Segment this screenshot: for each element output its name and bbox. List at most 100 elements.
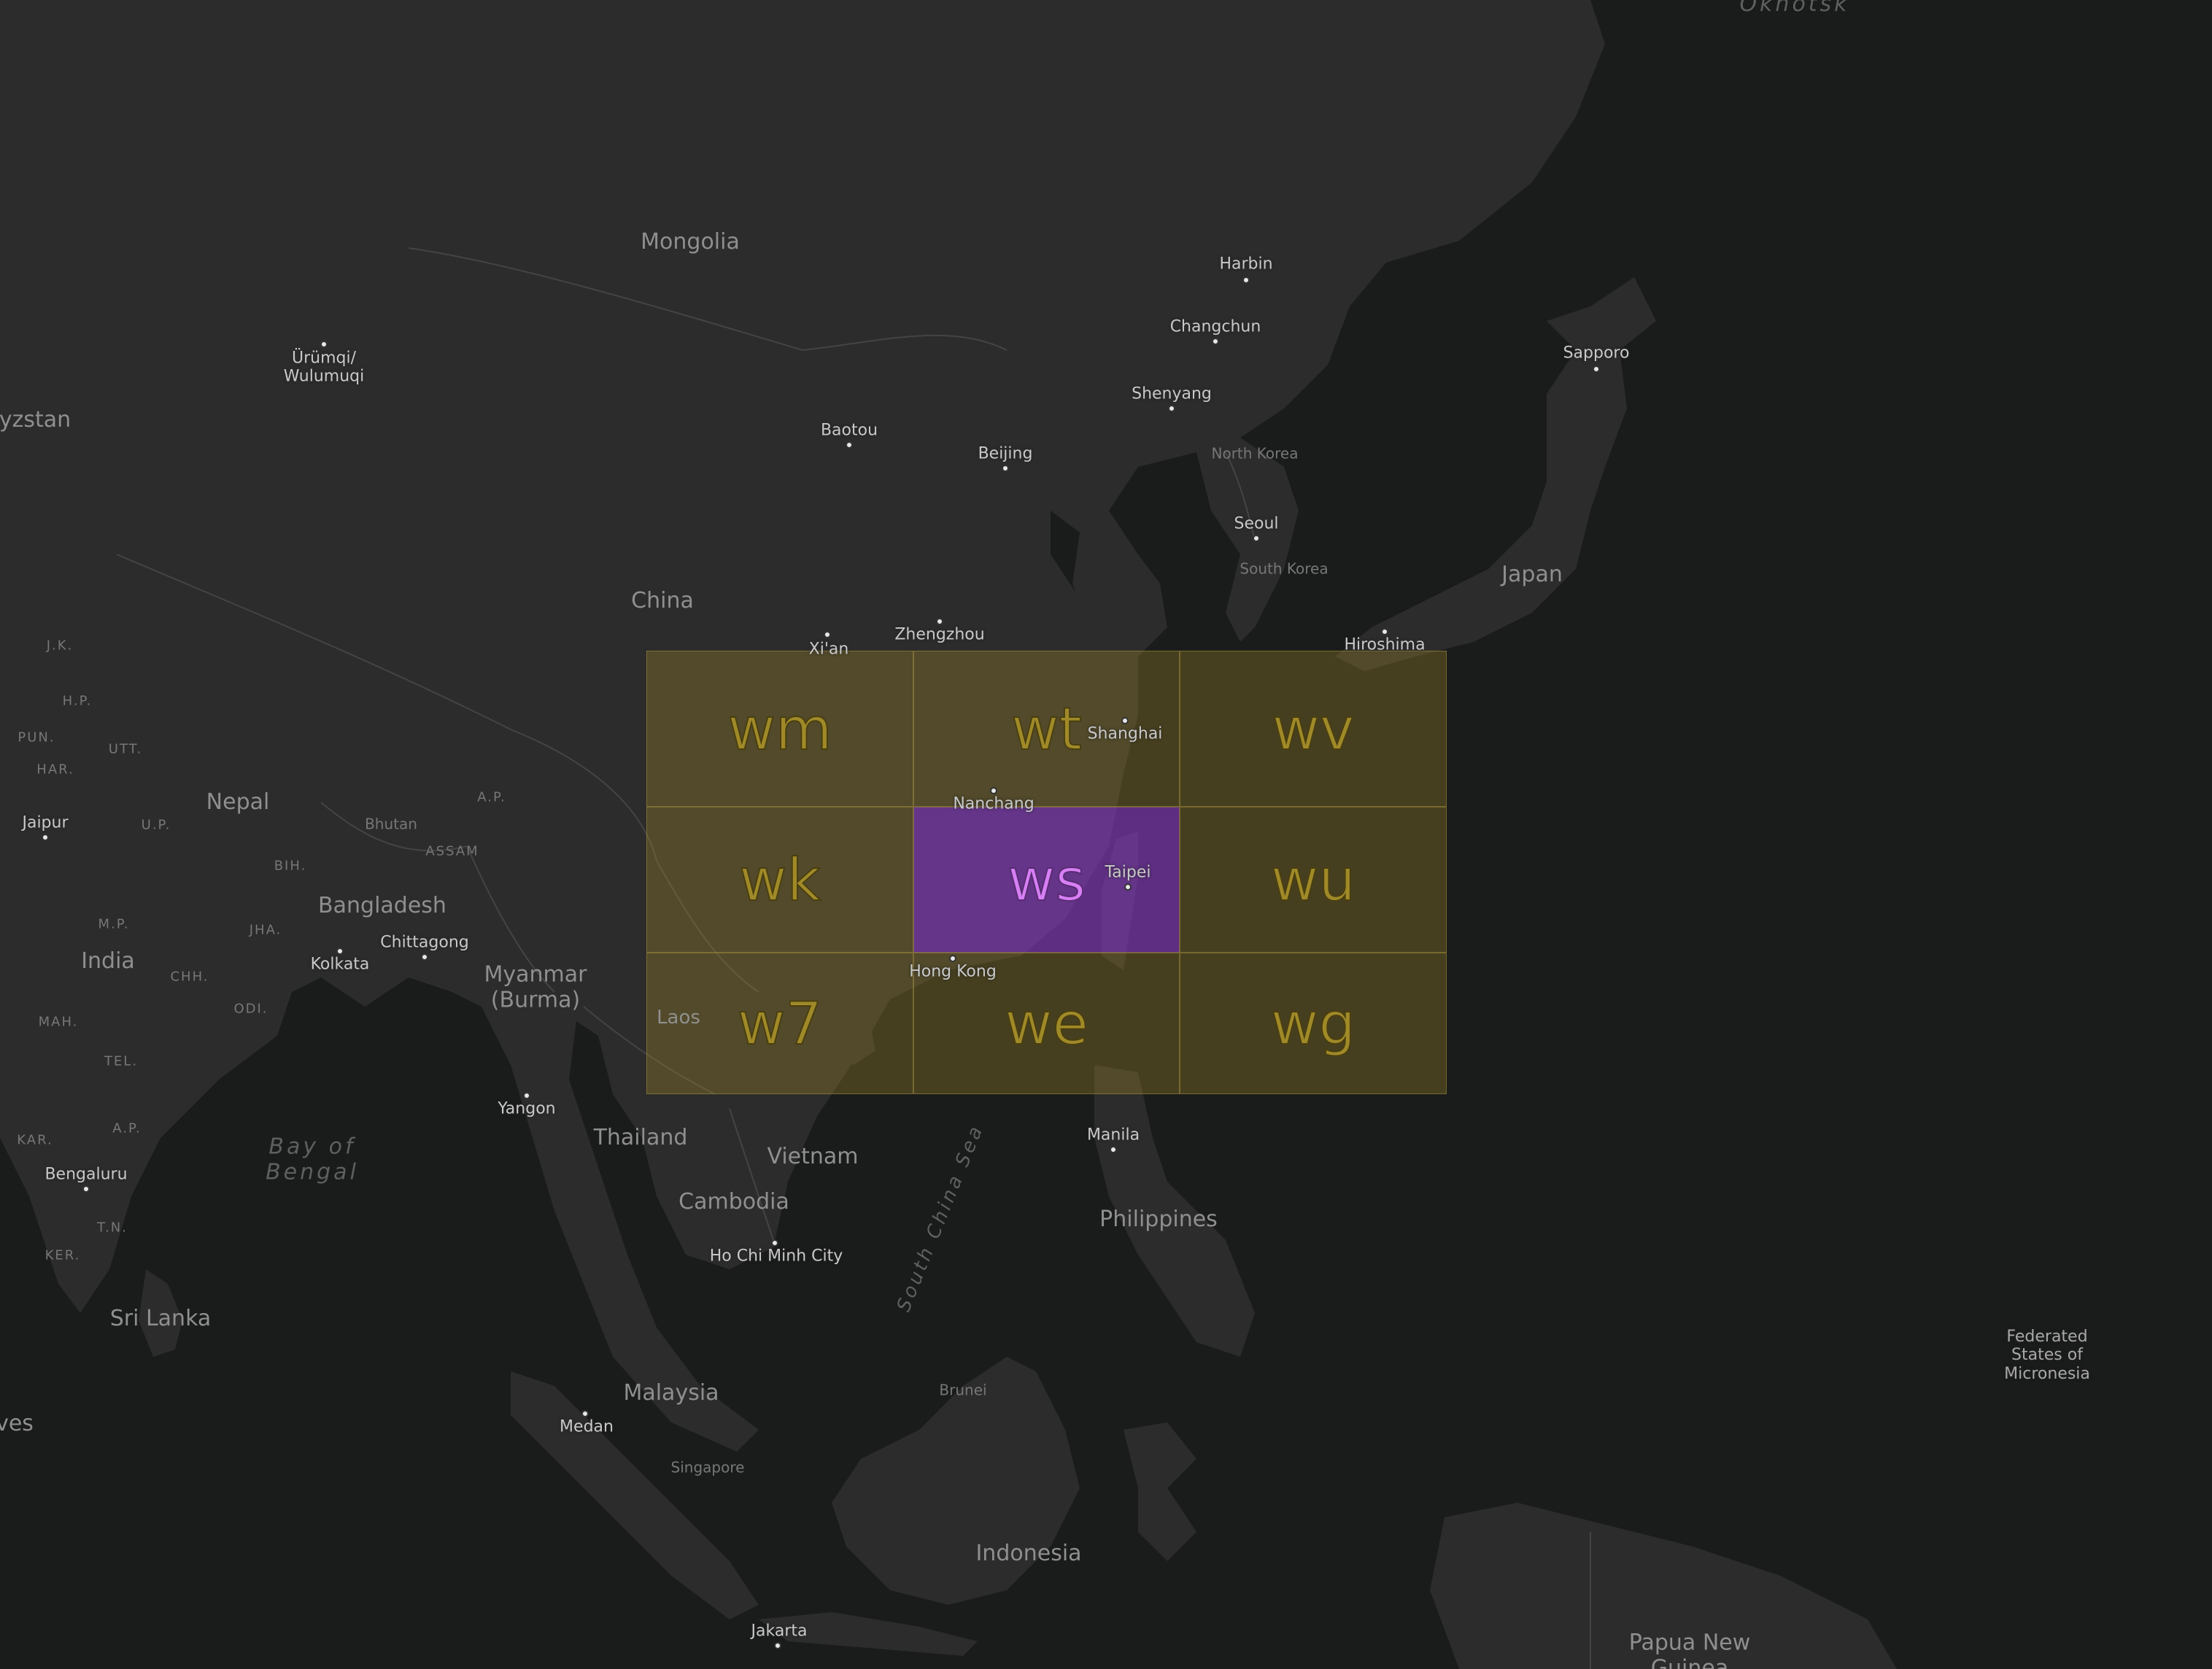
region-label-tn: T.N. [97,1220,128,1236]
city-label-kolkata: Kolkata [310,955,370,974]
region-label-hp: H.P. [62,693,93,709]
country-label-indonesia: Indonesia [975,1540,1082,1566]
city-dot-jaipur [42,834,49,841]
city-dot-manila [1110,1146,1117,1153]
city-label-zhengzhou: Zhengzhou [894,625,985,644]
geohash-cell-label: w7 [737,989,823,1058]
city-dot-jakarta [774,1642,781,1649]
city-dot-nanchang [990,787,997,794]
country-label-papua-new-guinea: Papua New Guinea [1628,1630,1751,1669]
city-label-jakarta: Jakarta [751,1622,808,1641]
city-dot-urumqi [320,341,328,348]
region-label-assam: ASSAM [425,843,479,859]
region-label-tel: TEL. [104,1053,139,1069]
land-sulawesi [1124,1422,1196,1561]
city-label-jaipur: Jaipur [22,813,69,832]
country-label-india: India [81,948,135,974]
region-label-chh: CHH. [170,969,209,985]
city-dot-yangon [523,1092,530,1099]
country-label-thailand: Thailand [593,1124,688,1150]
geohash-cell-wg[interactable]: wg [1180,953,1447,1094]
country-label-north-korea: North Korea [1211,444,1299,462]
geohash-cell-label: wu [1270,845,1356,915]
city-label-hong-kong: Hong Kong [909,962,997,981]
geohash-cell-wv[interactable]: wv [1180,651,1447,807]
region-label-jk: J.K. [46,638,74,654]
geohash-cell-label: wt [1010,694,1083,764]
city-label-medan: Medan [560,1417,614,1436]
city-label-hiroshima: Hiroshima [1344,635,1426,654]
city-dot-beijing [1002,465,1009,472]
region-label-mp: M.P. [98,916,130,932]
region-label-har: HAR. [36,762,74,778]
country-label-vietnam: Vietnam [767,1143,859,1169]
country-label-china: China [631,587,694,613]
city-dot-seoul [1253,535,1260,542]
country-label-maldives: ves [0,1410,34,1436]
city-dot-chittagong [421,953,428,961]
city-label-manila: Manila [1086,1126,1140,1145]
geohash-cell-label: wm [727,694,832,764]
region-label-kar: KAR. [17,1132,53,1148]
country-label-bhutan: Bhutan [365,815,417,833]
city-dot-changchun [1212,338,1219,345]
region-label-pun: PUN. [18,729,55,746]
country-label-south-korea: South Korea [1240,559,1329,578]
city-dot-shenyang [1168,405,1175,412]
region-label-jha: JHA. [249,922,282,938]
city-dot-harbin [1242,276,1250,284]
country-label-malaysia: Malaysia [623,1379,719,1406]
region-label-odi: ODI. [233,1001,268,1017]
land-korea [1196,438,1299,642]
city-label-baotou: Baotou [820,421,878,440]
region-label-utt: UTT. [108,741,143,757]
city-label-yangon: Yangon [498,1099,556,1118]
geohash-cell-wu[interactable]: wu [1180,807,1447,953]
geohash-cell-label: ws [1007,845,1086,915]
region-label-ker: KER. [45,1247,81,1263]
city-label-changchun: Changchun [1169,317,1261,336]
city-dot-hong-kong [949,955,956,962]
geohash-cell-wk[interactable]: wk [646,807,913,953]
city-label-shenyang: Shenyang [1132,384,1212,403]
city-label-xian: Xi'an [808,640,849,659]
city-label-shanghai: Shanghai [1087,724,1163,743]
city-dot-taipei [1124,883,1132,891]
region-label-ap-south: A.P. [112,1120,142,1136]
city-label-bengaluru: Bengaluru [45,1165,128,1184]
water-label-bay-of-bengal: Bay of Bengal [266,1134,359,1185]
geohash-cell-label: wg [1270,989,1356,1058]
region-label-mah: MAH. [38,1014,79,1030]
city-label-ho-chi-minh-city: Ho Chi Minh City [709,1247,843,1266]
geohash-cell-label: wv [1272,694,1356,764]
country-label-japan: Japan [1501,561,1563,587]
land-japan [1335,350,1627,671]
region-label-up: U.P. [141,817,171,833]
country-label-myanmar: Myanmar (Burma) [484,961,587,1012]
country-label-sri-lanka: Sri Lanka [109,1305,212,1331]
city-label-sapporo: Sapporo [1563,344,1630,363]
country-label-mongolia: Mongolia [641,228,740,255]
land-hokkaido [1547,277,1656,350]
region-label-ap-north: A.P. [477,789,506,805]
country-label-bangladesh: Bangladesh [318,892,446,918]
geohash-cell-label: we [1004,989,1089,1058]
city-dot-baotou [846,441,853,449]
city-label-beijing: Beijing [978,444,1033,463]
city-dot-medan [581,1410,589,1417]
city-dot-xian [824,631,831,638]
city-label-harbin: Harbin [1219,255,1273,274]
city-dot-shanghai [1121,717,1129,724]
city-label-seoul: Seoul [1234,514,1279,533]
city-dot-hiroshima [1381,628,1388,635]
geohash-cell-wm[interactable]: wm [646,651,913,807]
country-label-cambodia: Cambodia [678,1188,789,1215]
city-dot-bengaluru [82,1185,90,1193]
region-label-bih: BIH. [274,858,307,874]
country-label-kyrgyzstan: yzstan [0,406,71,433]
map-canvas[interactable]: wm wt wv wk ws wu w7 we wg Bay of Bengal… [0,0,2212,1669]
country-label-laos: Laos [657,1007,700,1029]
city-label-nanchang: Nanchang [953,794,1035,813]
country-label-micronesia: Federated States of Micronesia [2004,1328,2090,1383]
water-label-okhotsk: Okhotsk [1739,0,1850,17]
